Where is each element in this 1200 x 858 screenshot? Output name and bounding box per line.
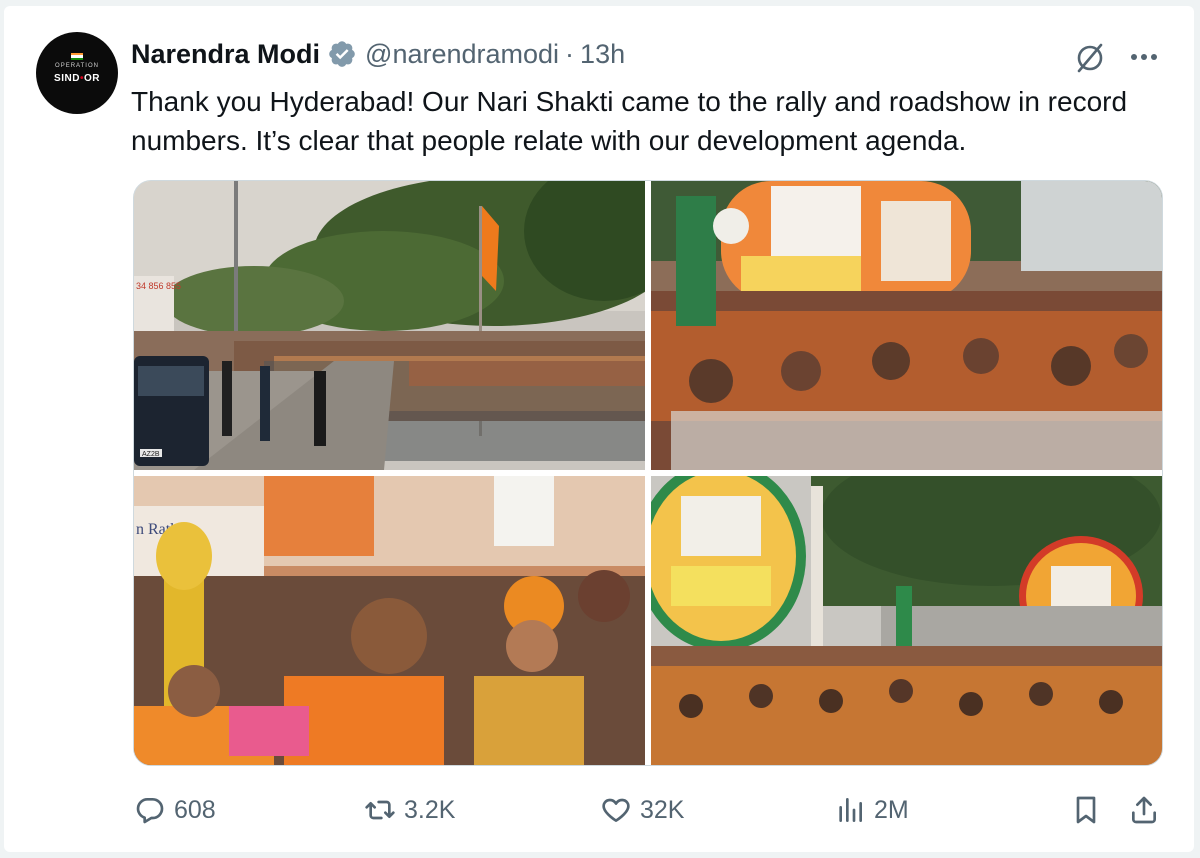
avatar-caption: OPERATION [55, 63, 99, 69]
media-grid: AZ2B 34 856 855 n Rathn [133, 180, 1163, 766]
flag-icon [71, 53, 83, 60]
street-sign: 34 856 855 [136, 281, 181, 291]
repost-count: 3.2K [404, 795, 456, 824]
author-name[interactable]: Narendra Modi [131, 39, 320, 70]
reply-icon [136, 798, 164, 824]
like-button[interactable]: 32K [600, 786, 684, 834]
like-count: 32K [640, 795, 685, 824]
photo-mace-closeup[interactable]: n Rathn [134, 476, 645, 765]
tweet-timestamp[interactable]: 13h [580, 39, 625, 70]
photo-rally-hoardings[interactable] [651, 476, 1162, 765]
views-count: 2M [874, 795, 909, 824]
car-plate: AZ2B [142, 451, 160, 458]
separator-dot: · [565, 38, 575, 69]
repost-icon [365, 800, 395, 820]
reply-button[interactable]: 608 [134, 786, 216, 834]
action-bar: 608 3.2K 32K 2M [130, 786, 1170, 834]
more-icon[interactable] [1126, 42, 1162, 72]
tweet-text: Thank you Hyderabad! Our Nari Shakti cam… [131, 86, 1128, 156]
share-icon [1132, 796, 1156, 824]
author-handle[interactable]: @narendramodi [365, 39, 559, 70]
grok-icon[interactable] [1072, 40, 1108, 76]
verified-badge-icon[interactable] [327, 39, 357, 69]
photo-women-crowd[interactable] [651, 181, 1162, 470]
photo-roadshow-street[interactable]: AZ2B 34 856 855 [134, 181, 645, 470]
reply-count: 608 [174, 795, 216, 824]
views-icon [839, 798, 862, 822]
views-button[interactable]: 2M [834, 786, 909, 834]
repost-button[interactable]: 3.2K [364, 786, 455, 834]
tweet-card[interactable]: OPERATION SIND•OR Narendra Modi @narendr… [4, 6, 1194, 852]
share-button[interactable] [1128, 786, 1160, 834]
bookmark-button[interactable] [1070, 786, 1102, 834]
avatar[interactable]: OPERATION SIND•OR [36, 32, 118, 114]
avatar-title: SIND•OR [54, 73, 100, 84]
like-icon [602, 798, 630, 822]
tweet-header: Narendra Modi @narendramodi · 13h [131, 36, 625, 72]
bookmark-icon [1076, 796, 1096, 824]
